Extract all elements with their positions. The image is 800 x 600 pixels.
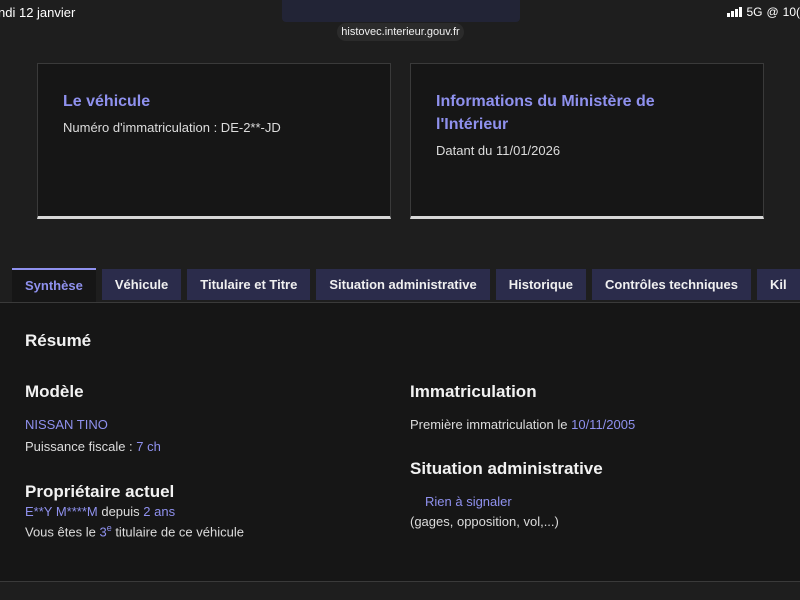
registration-heading: Immatriculation xyxy=(410,382,537,401)
signal-icon xyxy=(727,7,743,17)
status-indicators: 5G @ 10( xyxy=(727,5,800,19)
owner-line: E**Y M****M depuis 2 ans xyxy=(25,504,175,519)
vehicle-card: Le véhicule Numéro d'immatriculation : D… xyxy=(37,63,391,219)
owner-name: E**Y M****M xyxy=(25,504,98,519)
admin-details: (gages, opposition, vol,...) xyxy=(410,514,559,529)
rank-suffix: titulaire de ce véhicule xyxy=(111,524,244,540)
ministry-card: Informations du Ministère de l'Intérieur… xyxy=(410,63,764,219)
model-name: NISSAN TINO xyxy=(25,417,108,432)
rank-value: 3 xyxy=(99,524,107,540)
screen-lock-icon: @ xyxy=(766,5,779,19)
ministry-date: Datant du 11/01/2026 xyxy=(436,143,561,158)
first-registration-date: 10/11/2005 xyxy=(571,417,636,432)
tab-bar: Synthèse Véhicule Titulaire et Titre Sit… xyxy=(12,268,800,302)
tab-historique[interactable]: Historique xyxy=(495,269,587,300)
tab-controles-techniques[interactable]: Contrôles techniques xyxy=(592,269,751,300)
plate-number: Numéro d'immatriculation : DE-2**-JD xyxy=(63,120,281,135)
rank-prefix: Vous êtes le xyxy=(25,524,100,540)
tab-kilometrage[interactable]: Kil xyxy=(756,269,800,300)
tab-situation-administrative[interactable]: Situation administrative xyxy=(316,269,490,300)
first-registration-label: Première immatriculation le xyxy=(410,417,572,432)
registration-line: Première immatriculation le 10/11/2005 xyxy=(410,417,635,432)
admin-status: Rien à signaler xyxy=(425,494,512,509)
owner-since-label: depuis xyxy=(97,504,144,519)
faded-banner xyxy=(282,0,520,22)
tab-synthese[interactable]: Synthèse xyxy=(12,268,96,302)
tab-titulaire-titre[interactable]: Titulaire et Titre xyxy=(187,269,311,300)
power-line: Puissance fiscale : 7 ch xyxy=(25,439,161,454)
power-value: 7 ch xyxy=(136,439,161,454)
synthese-panel: Résumé Modèle NISSAN TINO Puissance fisc… xyxy=(0,302,800,582)
summary-title: Résumé xyxy=(25,331,92,350)
admin-heading: Situation administrative xyxy=(410,459,603,478)
vehicle-card-title: Le véhicule xyxy=(63,93,151,110)
owner-since-value: 2 ans xyxy=(143,504,176,519)
owner-heading: Propriétaire actuel xyxy=(25,482,175,501)
status-date: ndi 12 janvier xyxy=(0,5,76,20)
tab-vehicule[interactable]: Véhicule xyxy=(101,269,182,300)
battery-label: 10( xyxy=(782,5,800,19)
status-bar: ndi 12 janvier 5G @ 10( histovec.interie… xyxy=(0,0,800,46)
ministry-card-title: Informations du Ministère de l'Intérieur xyxy=(436,93,655,133)
power-label: Puissance fiscale : xyxy=(25,439,137,454)
network-label: 5G xyxy=(746,5,763,19)
url-bar[interactable]: histovec.interieur.gouv.fr xyxy=(337,23,464,41)
model-heading: Modèle xyxy=(25,382,84,401)
owner-rank-line: Vous êtes le 3e titulaire de ce véhicule xyxy=(25,523,244,539)
